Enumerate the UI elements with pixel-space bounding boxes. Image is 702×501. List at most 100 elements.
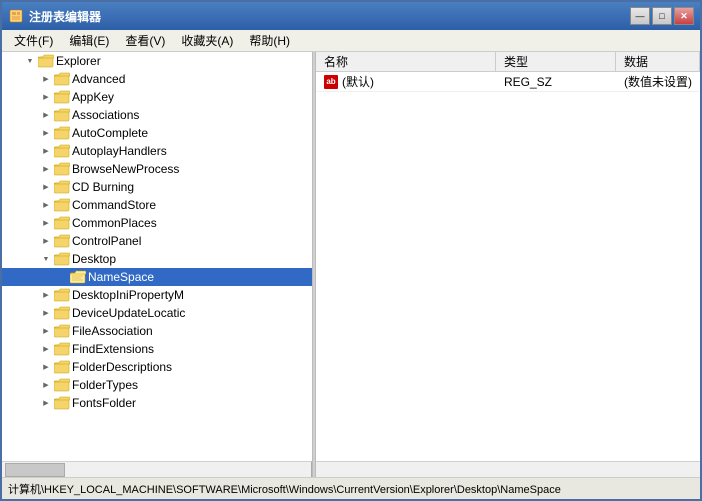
expand-browsenewprocess[interactable] [38, 161, 54, 177]
expand-commandstore[interactable] [38, 197, 54, 213]
maximize-button[interactable]: □ [652, 7, 672, 25]
main-panels: Explorer Advanced AppKey [2, 52, 700, 477]
tree-item-cdburning[interactable]: CD Burning [2, 178, 312, 196]
menu-edit[interactable]: 编辑(E) [61, 30, 117, 51]
tree-label-explorer: Explorer [56, 54, 101, 68]
minimize-button[interactable]: — [630, 7, 650, 25]
tree-item-findextensions[interactable]: FindExtensions [2, 340, 312, 358]
expand-desktopinipropertym[interactable] [38, 287, 54, 303]
tree-item-desktopinipropertym[interactable]: DesktopIniPropertyM [2, 286, 312, 304]
reg-name-cell: ab (默认) [316, 73, 496, 90]
menu-favorites[interactable]: 收藏夹(A) [173, 30, 241, 51]
folder-icon-deviceupdatelocatic [54, 305, 70, 321]
tree-label-namespace: NameSpace [88, 270, 154, 284]
titlebar-left: 注册表编辑器 [8, 8, 101, 25]
expand-autoplayhandlers[interactable] [38, 143, 54, 159]
tree-item-controlpanel[interactable]: ControlPanel [2, 232, 312, 250]
expand-fileassociation[interactable] [38, 323, 54, 339]
tree-label-desktopinipropertym: DesktopIniPropertyM [72, 288, 184, 302]
tree-item-commonplaces[interactable]: CommonPlaces [2, 214, 312, 232]
tree-label-advanced: Advanced [72, 72, 125, 86]
tree-label-foldertypes: FolderTypes [72, 378, 138, 392]
tree-item-fontsfolder[interactable]: FontsFolder [2, 394, 312, 412]
tree-item-namespace[interactable]: NameSpace [2, 268, 312, 286]
tree-item-desktop[interactable]: Desktop [2, 250, 312, 268]
folder-icon-appkey [54, 89, 70, 105]
folder-icon-browsenewprocess [54, 161, 70, 177]
expand-foldertypes[interactable] [38, 377, 54, 393]
close-button[interactable]: ✕ [674, 7, 694, 25]
expand-explorer[interactable] [22, 53, 38, 69]
expand-folderdescriptions[interactable] [38, 359, 54, 375]
expand-deviceupdatelocatic[interactable] [38, 305, 54, 321]
menubar: 文件(F) 编辑(E) 查看(V) 收藏夹(A) 帮助(H) [2, 30, 700, 52]
app-icon [8, 8, 24, 24]
tree-item-folderdescriptions[interactable]: FolderDescriptions [2, 358, 312, 376]
statusbar-text: 计算机\HKEY_LOCAL_MACHINE\SOFTWARE\Microsof… [8, 481, 561, 497]
folder-icon-explorer [38, 53, 54, 69]
expand-cdburning[interactable] [38, 179, 54, 195]
right-panel-header: 名称 类型 数据 [316, 52, 700, 72]
tree-item-autoplayhandlers[interactable]: AutoplayHandlers [2, 142, 312, 160]
tree-item-autocomplete[interactable]: AutoComplete [2, 124, 312, 142]
tree-item-associations[interactable]: Associations [2, 106, 312, 124]
right-hscrollbar[interactable] [316, 461, 700, 477]
right-panel-body: ab (默认) REG_SZ (数值未设置) [316, 72, 700, 461]
tree-item-commandstore[interactable]: CommandStore [2, 196, 312, 214]
tree-item-fileassociation[interactable]: FileAssociation [2, 322, 312, 340]
ab-icon: ab [324, 75, 338, 89]
folder-icon-commonplaces [54, 215, 70, 231]
tree-hscrollbar[interactable] [2, 461, 312, 477]
expand-autocomplete[interactable] [38, 125, 54, 141]
tree-item-explorer[interactable]: Explorer [2, 52, 312, 70]
expand-fontsfolder[interactable] [38, 395, 54, 411]
tree-item-foldertypes[interactable]: FolderTypes [2, 376, 312, 394]
expand-advanced[interactable] [38, 71, 54, 87]
reg-data-cell: (数值未设置) [616, 73, 700, 90]
tree-label-associations: Associations [72, 108, 139, 122]
expand-findextensions[interactable] [38, 341, 54, 357]
tree-item-deviceupdatelocatic[interactable]: DeviceUpdateLocatic [2, 304, 312, 322]
expand-desktop[interactable] [38, 251, 54, 267]
tree-label-browsenewprocess: BrowseNewProcess [72, 162, 179, 176]
tree-panel[interactable]: Explorer Advanced AppKey [2, 52, 312, 461]
folder-icon-namespace [70, 269, 86, 285]
col-header-name: 名称 [316, 52, 496, 71]
titlebar: 注册表编辑器 — □ ✕ [2, 2, 700, 30]
folder-icon-cdburning [54, 179, 70, 195]
expand-appkey[interactable] [38, 89, 54, 105]
folder-icon-folderdescriptions [54, 359, 70, 375]
tree-item-browsenewprocess[interactable]: BrowseNewProcess [2, 160, 312, 178]
tree-label-cdburning: CD Burning [72, 180, 134, 194]
window-title: 注册表编辑器 [29, 8, 101, 25]
tree-label-fontsfolder: FontsFolder [72, 396, 136, 410]
tree-hscroll-thumb[interactable] [5, 463, 65, 477]
menu-file[interactable]: 文件(F) [6, 30, 61, 51]
expand-associations[interactable] [38, 107, 54, 123]
folder-icon-associations [54, 107, 70, 123]
tree-label-findextensions: FindExtensions [72, 342, 154, 356]
reg-row-default[interactable]: ab (默认) REG_SZ (数值未设置) [316, 72, 700, 92]
tree-item-appkey[interactable]: AppKey [2, 88, 312, 106]
folder-icon-fileassociation [54, 323, 70, 339]
tree-label-autoplayhandlers: AutoplayHandlers [72, 144, 167, 158]
expand-controlpanel[interactable] [38, 233, 54, 249]
folder-icon-fontsfolder [54, 395, 70, 411]
folder-icon-foldertypes [54, 377, 70, 393]
tree-label-appkey: AppKey [72, 90, 114, 104]
tree-item-advanced[interactable]: Advanced [2, 70, 312, 88]
tree-label-folderdescriptions: FolderDescriptions [72, 360, 172, 374]
tree-container: Explorer Advanced AppKey [2, 52, 312, 477]
col-header-type: 类型 [496, 52, 616, 71]
folder-icon-autocomplete [54, 125, 70, 141]
folder-icon-autoplayhandlers [54, 143, 70, 159]
menu-help[interactable]: 帮助(H) [241, 30, 298, 51]
folder-icon-desktopinipropertym [54, 287, 70, 303]
titlebar-buttons: — □ ✕ [630, 7, 694, 25]
reg-type-cell: REG_SZ [496, 75, 616, 89]
expand-commonplaces[interactable] [38, 215, 54, 231]
folder-icon-commandstore [54, 197, 70, 213]
folder-icon-advanced [54, 71, 70, 87]
menu-view[interactable]: 查看(V) [117, 30, 173, 51]
tree-label-fileassociation: FileAssociation [72, 324, 153, 338]
